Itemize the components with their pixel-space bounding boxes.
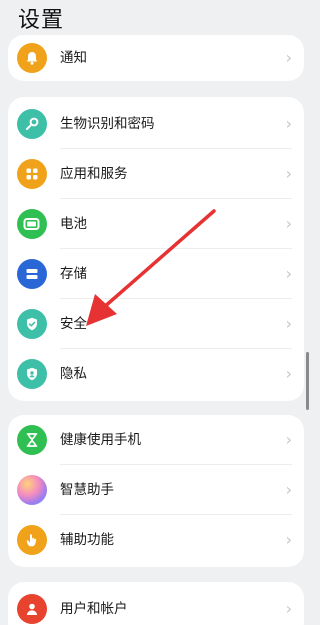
annotation-arrow [86, 209, 216, 326]
